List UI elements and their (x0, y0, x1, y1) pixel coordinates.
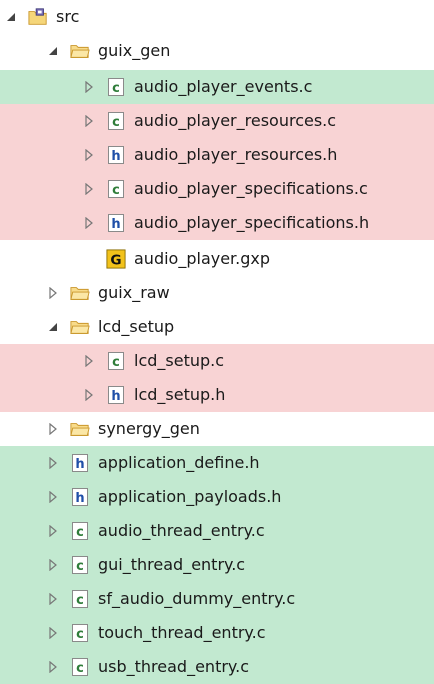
tree-item-synergy-gen[interactable]: synergy_gen (0, 412, 434, 446)
tree-item-audio-player-resources-c[interactable]: c audio_player_resources.c (0, 104, 434, 138)
tree-item-label: guix_raw (98, 283, 170, 302)
collapsed-twisty-icon[interactable] (46, 592, 60, 606)
tree-item-label: gui_thread_entry.c (98, 555, 246, 574)
c-file-icon: c (70, 555, 90, 575)
tree-item-label: application_payloads.h (98, 487, 282, 506)
collapsed-twisty-icon[interactable] (46, 490, 60, 504)
svg-text:c: c (112, 183, 120, 198)
tree-item-touch-thread-entry-c[interactable]: c touch_thread_entry.c (0, 616, 434, 650)
expanded-twisty-icon[interactable] (46, 44, 60, 58)
tree-item-guix-raw[interactable]: guix_raw (0, 276, 434, 310)
tree-item-label: audio_player_specifications.h (134, 213, 370, 232)
tree-item-audio-player-resources-h[interactable]: h audio_player_resources.h (0, 138, 434, 172)
tree-item-label: usb_thread_entry.c (98, 657, 249, 676)
guix-project-icon: G (106, 249, 126, 269)
tree-item-application-payloads-h[interactable]: h application_payloads.h (0, 480, 434, 514)
tree-item-label: audio_player_events.c (134, 77, 313, 96)
h-file-icon: h (106, 145, 126, 165)
c-file-icon: c (106, 77, 126, 97)
folder-icon (70, 419, 90, 439)
tree-item-usb-thread-entry-c[interactable]: c usb_thread_entry.c (0, 650, 434, 684)
tree-item-audio-player-specifications-h[interactable]: h audio_player_specifications.h (0, 206, 434, 240)
tree-item-audio-player-specifications-c[interactable]: c audio_player_specifications.c (0, 172, 434, 206)
collapsed-twisty-icon[interactable] (82, 182, 96, 196)
source-folder-icon (28, 7, 48, 27)
collapsed-twisty-icon[interactable] (46, 422, 60, 436)
expanded-twisty-icon[interactable] (46, 320, 60, 334)
tree-item-label: audio_player_resources.h (134, 145, 338, 164)
collapsed-twisty-icon[interactable] (82, 388, 96, 402)
c-file-icon: c (106, 351, 126, 371)
tree-item-label: audio_player.gxp (134, 249, 271, 268)
svg-text:c: c (112, 355, 120, 370)
tree-item-src[interactable]: src (0, 0, 434, 34)
tree-item-label: lcd_setup.h (134, 385, 226, 404)
collapsed-twisty-icon[interactable] (46, 524, 60, 538)
tree-item-label: lcd_setup.c (134, 351, 225, 370)
collapsed-twisty-icon[interactable] (46, 286, 60, 300)
tree-item-label: sf_audio_dummy_entry.c (98, 589, 296, 608)
tree-item-label: application_define.h (98, 453, 260, 472)
c-file-icon: c (70, 623, 90, 643)
svg-text:c: c (76, 661, 84, 676)
collapsed-twisty-icon[interactable] (46, 456, 60, 470)
tree-item-lcd-setup-c[interactable]: c lcd_setup.c (0, 344, 434, 378)
svg-text:c: c (76, 593, 84, 608)
expanded-twisty-icon[interactable] (4, 10, 18, 24)
svg-text:c: c (76, 559, 84, 574)
tree-item-audio-thread-entry-c[interactable]: c audio_thread_entry.c (0, 514, 434, 548)
c-file-icon: c (70, 589, 90, 609)
svg-text:c: c (76, 627, 84, 642)
tree-item-guix-gen[interactable]: guix_gen (0, 34, 434, 68)
svg-text:G: G (110, 252, 121, 268)
tree-item-sf-audio-dummy-entry-c[interactable]: c sf_audio_dummy_entry.c (0, 582, 434, 616)
tree-item-label: lcd_setup (98, 317, 175, 336)
tree-item-audio-player-events-c[interactable]: c audio_player_events.c (0, 70, 434, 104)
collapsed-twisty-icon[interactable] (46, 626, 60, 640)
tree-item-gui-thread-entry-c[interactable]: c gui_thread_entry.c (0, 548, 434, 582)
tree-item-label: audio_player_specifications.c (134, 179, 368, 198)
tree-item-label: synergy_gen (98, 419, 200, 438)
collapsed-twisty-icon[interactable] (82, 354, 96, 368)
tree-item-label: audio_player_resources.c (134, 111, 337, 130)
folder-icon (70, 283, 90, 303)
svg-text:h: h (111, 217, 120, 232)
tree-item-lcd-setup-h[interactable]: h lcd_setup.h (0, 378, 434, 412)
tree-item-application-define-h[interactable]: h application_define.h (0, 446, 434, 480)
svg-text:h: h (111, 389, 120, 404)
svg-text:h: h (75, 491, 84, 506)
tree-item-label: touch_thread_entry.c (98, 623, 266, 642)
h-file-icon: h (106, 213, 126, 233)
folder-icon (70, 317, 90, 337)
h-file-icon: h (70, 453, 90, 473)
tree-item-lcd-setup[interactable]: lcd_setup (0, 310, 434, 344)
tree-item-label: audio_thread_entry.c (98, 521, 265, 540)
collapsed-twisty-icon[interactable] (82, 216, 96, 230)
tree-item-label: src (56, 7, 80, 26)
c-file-icon: c (70, 657, 90, 677)
project-explorer-tree: src guix_gen c audio_player_events.c c a… (0, 0, 434, 684)
h-file-icon: h (70, 487, 90, 507)
tree-item-label: guix_gen (98, 41, 171, 60)
collapsed-twisty-icon[interactable] (82, 148, 96, 162)
h-file-icon: h (106, 385, 126, 405)
c-file-icon: c (106, 111, 126, 131)
collapsed-twisty-icon[interactable] (82, 80, 96, 94)
svg-text:c: c (112, 81, 120, 96)
svg-text:c: c (76, 525, 84, 540)
collapsed-twisty-icon[interactable] (46, 558, 60, 572)
svg-text:h: h (75, 457, 84, 472)
tree-item-audio-player-gxp[interactable]: G audio_player.gxp (0, 242, 434, 276)
c-file-icon: c (70, 521, 90, 541)
svg-text:c: c (112, 115, 120, 130)
collapsed-twisty-icon[interactable] (82, 114, 96, 128)
c-file-icon: c (106, 179, 126, 199)
folder-icon (70, 41, 90, 61)
svg-text:h: h (111, 149, 120, 164)
